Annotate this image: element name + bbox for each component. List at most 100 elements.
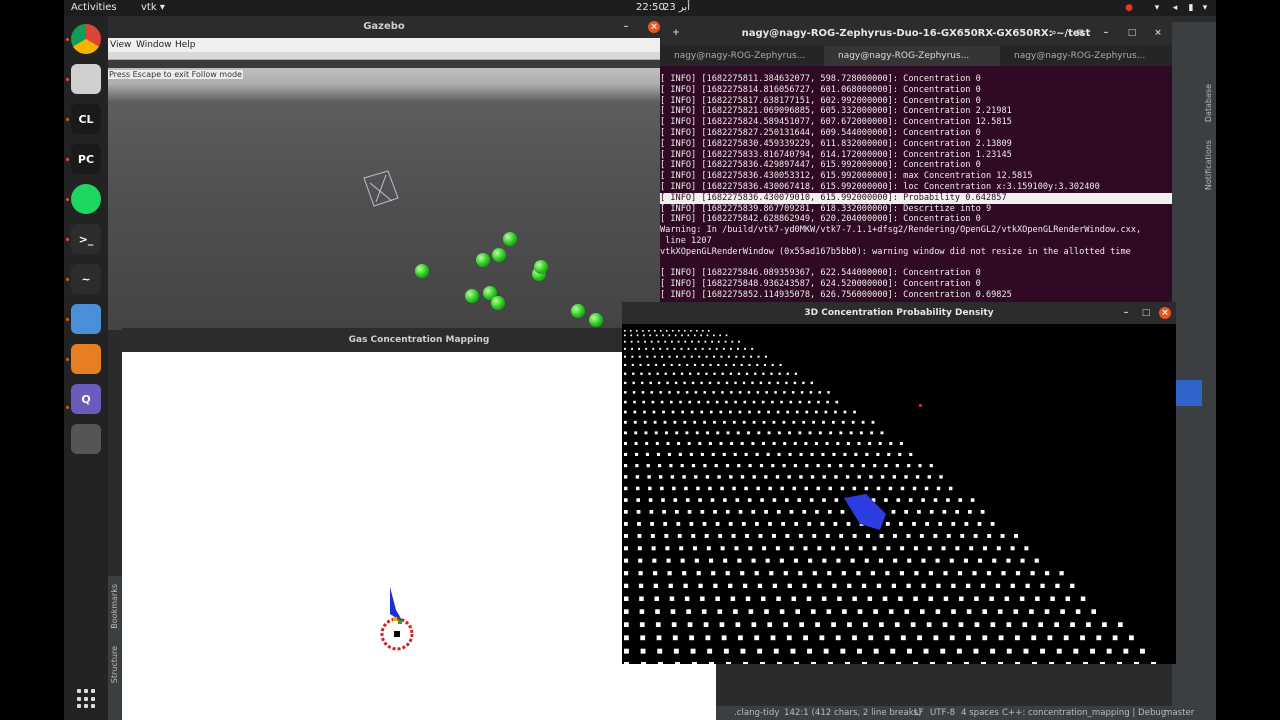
battery-icon[interactable]: ▮	[1186, 3, 1196, 13]
gazebo-close-button[interactable]: ×	[648, 21, 660, 33]
terminal-tab-active[interactable]: nagy@nagy-ROG-Zephyrus...	[824, 46, 1000, 66]
status-encoding[interactable]: UTF-8	[930, 708, 955, 718]
vtk-window-icon[interactable]	[71, 424, 101, 454]
menu-help[interactable]: Help	[175, 40, 196, 50]
density-point	[1054, 622, 1059, 627]
density-point	[698, 498, 702, 502]
probability-density-render[interactable]	[622, 324, 1176, 664]
density-point	[1118, 622, 1123, 627]
notifications-tab[interactable]: Notifications	[1204, 140, 1213, 190]
density-point	[925, 522, 929, 526]
density-point	[872, 546, 877, 551]
vtk-minimize-button[interactable]: –	[1120, 307, 1132, 319]
terminal-tab[interactable]: nagy@nagy-ROG-Zephyrus...	[1000, 46, 1172, 66]
status-line-separator[interactable]: LF	[914, 708, 924, 718]
status-indent[interactable]: 4 spaces	[961, 708, 999, 718]
density-point	[933, 635, 939, 641]
density-point	[726, 662, 731, 664]
record-icon[interactable]: ●	[1124, 3, 1134, 13]
density-point	[648, 330, 650, 332]
show-apps-icon[interactable]	[77, 689, 97, 709]
density-point	[678, 330, 680, 332]
app-menu[interactable]: vtk ▾	[141, 2, 165, 13]
density-point	[734, 381, 737, 385]
system-monitor-icon[interactable]: ~	[71, 264, 101, 294]
density-point	[684, 596, 690, 601]
density-point	[644, 340, 646, 343]
terminal-tab[interactable]: nagy@nagy-ROG-Zephyrus...	[660, 46, 824, 66]
density-point	[818, 431, 822, 435]
gazebo-toolbar[interactable]	[108, 52, 660, 60]
volume-icon[interactable]: ◂	[1170, 3, 1180, 13]
menu-view[interactable]: View	[110, 40, 131, 50]
density-point	[1000, 534, 1005, 538]
density-point	[759, 381, 763, 385]
density-point	[740, 442, 744, 445]
density-point	[655, 363, 658, 366]
density-point	[854, 452, 858, 456]
status-git-branch[interactable]: master	[1164, 708, 1194, 718]
clock-time[interactable]: 22:50	[636, 2, 665, 13]
density-point	[852, 486, 857, 491]
density-point	[867, 596, 873, 601]
activities-button[interactable]: Activities	[71, 2, 117, 13]
terminal-output[interactable]: [ INFO] [1682275811.384632077, 598.72800…	[660, 74, 1172, 301]
density-point	[666, 330, 668, 332]
density-point	[909, 452, 913, 456]
image-viewer-icon[interactable]	[71, 304, 101, 334]
density-point	[624, 363, 627, 366]
terminal-line: [ INFO] [1682275811.384632077, 598.72800…	[660, 74, 981, 84]
spotify-icon[interactable]	[71, 184, 101, 214]
density-point	[787, 475, 791, 479]
terminal-minimize-button[interactable]: –	[1100, 27, 1112, 39]
density-point	[817, 583, 822, 588]
density-point	[773, 648, 779, 654]
density-point	[760, 662, 765, 664]
structure-tab[interactable]: Structure	[110, 646, 119, 683]
new-tab-icon[interactable]: +	[670, 27, 682, 39]
bookmarks-tab[interactable]: Bookmarks	[110, 584, 119, 629]
hamburger-menu-icon[interactable]: ≡	[1074, 27, 1086, 39]
gazebo-minimize-button[interactable]: –	[620, 21, 632, 33]
density-point	[762, 420, 766, 424]
database-tab[interactable]: Database	[1204, 84, 1213, 122]
density-point	[637, 522, 641, 526]
density-point	[936, 583, 941, 588]
density-point	[731, 340, 734, 343]
density-point	[1010, 546, 1015, 551]
vtk-close-button[interactable]: ×	[1159, 307, 1171, 319]
density-point	[638, 355, 641, 358]
status-cursor-position[interactable]: 142:1 (412 chars, 2 line breaks)	[784, 708, 922, 718]
density-point	[835, 635, 841, 641]
files-icon[interactable]	[71, 64, 101, 94]
density-point	[668, 391, 671, 394]
density-point	[795, 609, 800, 614]
search-icon[interactable]: ⌕	[1048, 27, 1060, 39]
terminal-icon[interactable]: >_	[71, 224, 101, 254]
vtk-maximize-button[interactable]: □	[1140, 307, 1152, 319]
terminal-close-button[interactable]: ×	[1152, 27, 1164, 39]
status-build-config[interactable]: C++: concentration_mapping | Debug	[1002, 708, 1166, 718]
terminal-maximize-button[interactable]: □	[1126, 27, 1138, 39]
clion-icon[interactable]: CL	[71, 104, 101, 134]
system-menu-icon[interactable]: ▾	[1200, 3, 1210, 13]
density-point	[974, 622, 980, 627]
menu-window[interactable]: Window	[136, 40, 172, 50]
wifi-icon[interactable]: ▾	[1152, 3, 1162, 13]
density-point	[697, 340, 700, 343]
clock-date[interactable]: 23 أبر	[663, 2, 690, 13]
density-point	[641, 391, 645, 394]
density-point	[840, 486, 845, 491]
pycharm-icon[interactable]: PC	[71, 144, 101, 174]
layers-app-icon[interactable]	[71, 344, 101, 374]
qt-app-icon[interactable]: Q	[71, 384, 101, 414]
chrome-icon[interactable]	[71, 24, 101, 54]
status-inspection[interactable]: .clang-tidy	[734, 708, 779, 718]
density-point	[882, 596, 888, 601]
density-point	[696, 330, 698, 332]
gazebo-viewport[interactable]: Press Escape to exit Follow mode	[108, 68, 660, 330]
running-indicator	[66, 118, 69, 121]
density-point	[639, 622, 645, 627]
density-point	[721, 372, 724, 375]
density-point	[730, 596, 736, 601]
